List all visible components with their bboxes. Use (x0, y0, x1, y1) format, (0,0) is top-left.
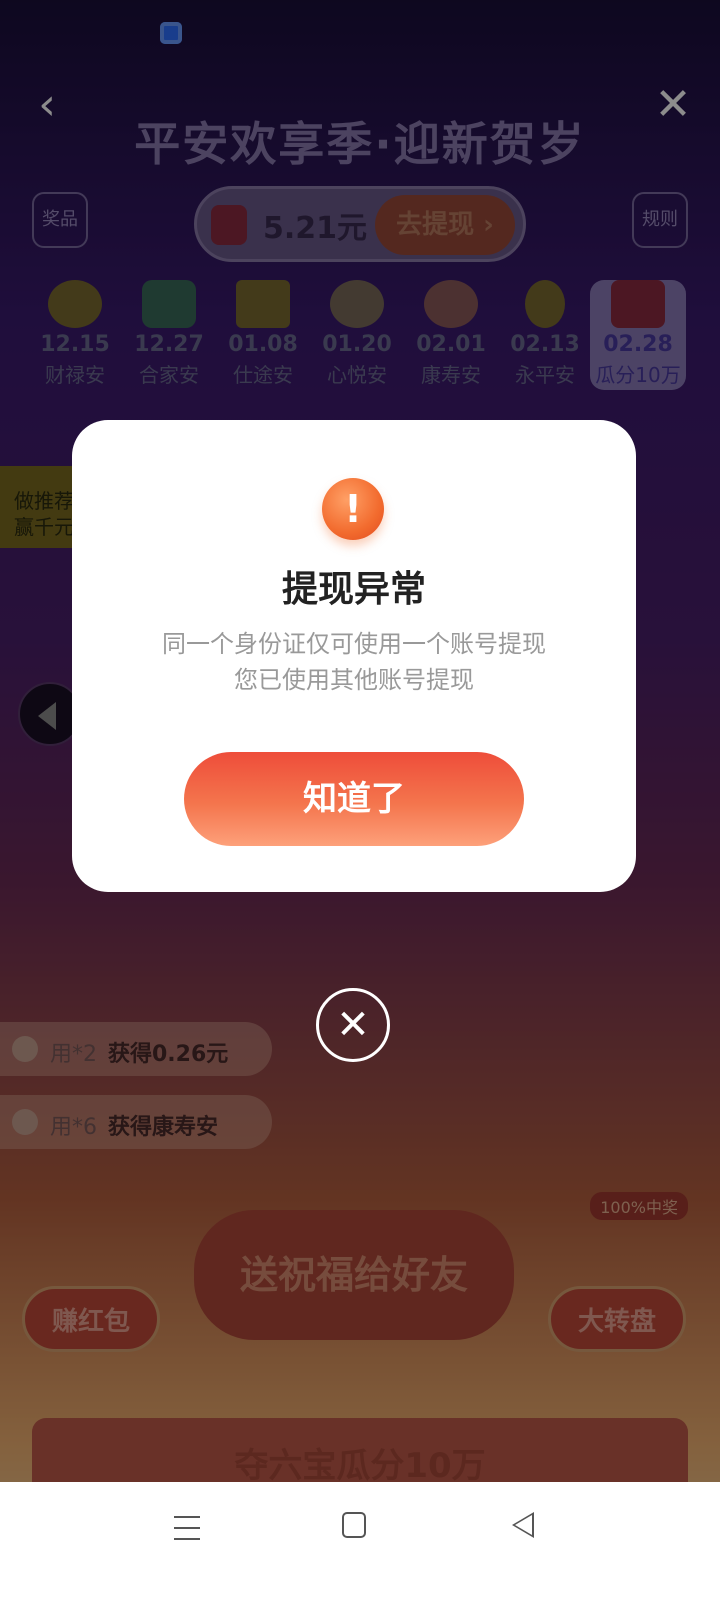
system-back-icon[interactable] (512, 1512, 534, 1538)
system-nav-bar (0, 1482, 720, 1600)
dialog-message-line1: 同一个身份证仅可使用一个账号提现 (162, 630, 546, 658)
home-icon[interactable] (342, 1512, 366, 1538)
warning-icon: ! (322, 478, 384, 540)
dialog-close-icon[interactable]: ✕ (316, 988, 390, 1062)
withdraw-error-dialog: ! 提现异常 同一个身份证仅可使用一个账号提现 您已使用其他账号提现 知道了 (72, 420, 636, 892)
ok-button[interactable]: 知道了 (184, 752, 524, 846)
recent-apps-icon[interactable] (174, 1516, 200, 1540)
dialog-message-line2: 您已使用其他账号提现 (234, 666, 474, 694)
dialog-title: 提现异常 (281, 569, 426, 610)
